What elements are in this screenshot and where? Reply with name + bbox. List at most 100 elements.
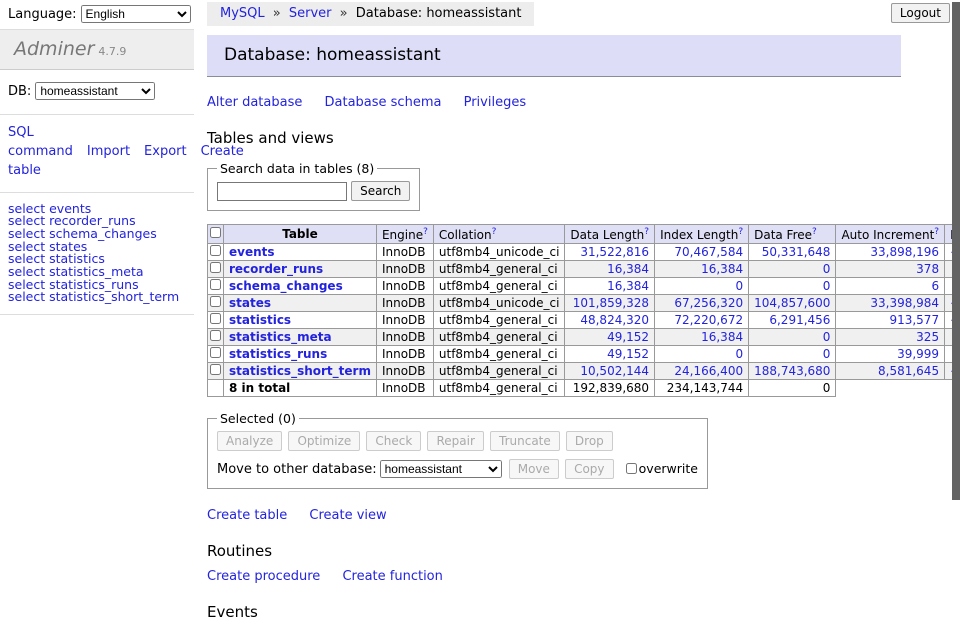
table-row: statistics_meta InnoDB utf8mb4_general_c…	[208, 329, 966, 346]
help-icon[interactable]: ?	[423, 227, 428, 237]
row-checkbox[interactable]	[210, 279, 221, 290]
auto-increment-link[interactable]: 8,581,645	[841, 364, 939, 378]
breadcrumb-link-mysql[interactable]: MySQL	[220, 6, 265, 21]
auto-increment-link[interactable]: 378	[841, 262, 939, 276]
total-label: 8 in total	[224, 380, 377, 397]
table-link[interactable]: statistics_runs	[229, 347, 327, 361]
data-length-link[interactable]: 49,152	[570, 347, 649, 361]
auto-increment-link[interactable]: 6	[841, 279, 939, 293]
select-all-checkbox[interactable]	[210, 227, 221, 238]
row-checkbox[interactable]	[210, 347, 221, 358]
data-length-link[interactable]: 16,384	[570, 279, 649, 293]
breadcrumb-link-server[interactable]: Server	[289, 6, 332, 21]
sidebar-link-export[interactable]: Export	[144, 144, 187, 159]
data-free-link[interactable]: 0	[754, 262, 830, 276]
data-length-link[interactable]: 16,384	[570, 262, 649, 276]
vertical-scrollbar-track[interactable]	[952, 0, 966, 543]
index-length-link[interactable]: 24,166,400	[660, 364, 743, 378]
collation-cell: utf8mb4_general_ci	[433, 312, 565, 329]
data-free-link[interactable]: 0	[754, 330, 830, 344]
table-link[interactable]: states	[229, 296, 271, 310]
move-db-select[interactable]: homeassistant	[380, 460, 502, 478]
index-length-link[interactable]: 0	[660, 279, 743, 293]
selected-fieldset: Selected (0) Analyze Optimize Check Repa…	[207, 411, 708, 489]
overwrite-checkbox[interactable]	[626, 463, 637, 474]
repair-button[interactable]: Repair	[427, 431, 483, 451]
engine-cell: InnoDB	[376, 329, 433, 346]
auto-increment-link[interactable]: 39,999	[841, 347, 939, 361]
overwrite-label[interactable]: overwrite	[639, 461, 698, 476]
data-length-link[interactable]: 49,152	[570, 330, 649, 344]
alter-database-link[interactable]: Alter database	[207, 95, 302, 110]
optimize-button[interactable]: Optimize	[288, 431, 360, 451]
language-select[interactable]: English	[81, 5, 191, 23]
search-button[interactable]: Search	[351, 181, 410, 201]
engine-cell: InnoDB	[376, 261, 433, 278]
auto-increment-link[interactable]: 33,898,196	[841, 245, 939, 259]
language-label: Language:	[8, 7, 77, 22]
move-label: Move to other database:	[217, 462, 377, 477]
index-length-link[interactable]: 16,384	[660, 330, 743, 344]
table-link[interactable]: events	[229, 245, 275, 259]
db-select[interactable]: homeassistant	[35, 82, 155, 100]
data-free-link[interactable]: 0	[754, 347, 830, 361]
auto-increment-link[interactable]: 913,577	[841, 313, 939, 327]
row-checkbox[interactable]	[210, 313, 221, 324]
copy-button[interactable]: Copy	[565, 459, 613, 479]
data-free-link[interactable]: 6,291,456	[754, 313, 830, 327]
privileges-link[interactable]: Privileges	[464, 95, 527, 110]
table-link[interactable]: statistics_meta	[229, 330, 332, 344]
index-length-link[interactable]: 0	[660, 347, 743, 361]
index-length-link[interactable]: 67,256,320	[660, 296, 743, 310]
table-link[interactable]: statistics_short_term	[229, 364, 371, 378]
sidebar-link-sql-command[interactable]: SQL command	[8, 125, 73, 159]
help-icon[interactable]: ?	[644, 227, 649, 237]
create-procedure-link[interactable]: Create procedure	[207, 569, 320, 584]
data-free-link[interactable]: 104,857,600	[754, 296, 830, 310]
table-row: events InnoDB utf8mb4_unicode_ci 31,522,…	[208, 244, 966, 261]
index-length-link[interactable]: 70,467,584	[660, 245, 743, 259]
data-free-link[interactable]: 0	[754, 279, 830, 293]
table-link[interactable]: recorder_runs	[229, 262, 323, 276]
vertical-scrollbar-thumb[interactable]	[952, 2, 960, 500]
table-link[interactable]: statistics	[229, 313, 291, 327]
help-icon[interactable]: ?	[738, 227, 743, 237]
total-collation: utf8mb4_general_ci	[433, 380, 565, 397]
col-header-data-length: Data Length?	[565, 225, 655, 244]
row-checkbox[interactable]	[210, 364, 221, 375]
database-schema-link[interactable]: Database schema	[325, 95, 442, 110]
check-button[interactable]: Check	[366, 431, 421, 451]
create-function-link[interactable]: Create function	[342, 569, 442, 584]
auto-increment-link[interactable]: 325	[841, 330, 939, 344]
breadcrumb-current: Database: homeassistant	[356, 6, 522, 21]
create-view-link[interactable]: Create view	[309, 508, 386, 523]
drop-button[interactable]: Drop	[566, 431, 613, 451]
sidebar: Language:English Adminer4.7.9 DB:homeass…	[0, 0, 194, 315]
row-checkbox[interactable]	[210, 245, 221, 256]
move-button[interactable]: Move	[509, 459, 559, 479]
sidebar-link-import[interactable]: Import	[87, 144, 130, 159]
index-length-link[interactable]: 16,384	[660, 262, 743, 276]
create-table-link[interactable]: Create table	[207, 508, 287, 523]
search-input[interactable]	[217, 182, 347, 201]
data-length-link[interactable]: 10,502,144	[570, 364, 649, 378]
analyze-button[interactable]: Analyze	[217, 431, 282, 451]
table-link[interactable]: schema_changes	[229, 279, 343, 293]
index-length-link[interactable]: 72,220,672	[660, 313, 743, 327]
data-length-link[interactable]: 101,859,328	[570, 296, 649, 310]
move-row: Move to other database:homeassistant Mov…	[217, 459, 698, 479]
data-free-link[interactable]: 188,743,680	[754, 364, 830, 378]
data-length-link[interactable]: 31,522,816	[570, 245, 649, 259]
truncate-button[interactable]: Truncate	[490, 431, 560, 451]
sidebar-item-select-statistics-short-term[interactable]: select statistics_short_term	[8, 291, 186, 304]
help-icon[interactable]: ?	[934, 227, 939, 237]
row-checkbox[interactable]	[210, 262, 221, 273]
data-free-link[interactable]: 50,331,648	[754, 245, 830, 259]
main-content: MySQL » Server » Database: homeassistant…	[207, 0, 901, 621]
row-checkbox[interactable]	[210, 330, 221, 341]
auto-increment-link[interactable]: 33,398,984	[841, 296, 939, 310]
help-icon[interactable]: ?	[812, 227, 817, 237]
help-icon[interactable]: ?	[492, 227, 497, 237]
data-length-link[interactable]: 48,824,320	[570, 313, 649, 327]
row-checkbox[interactable]	[210, 296, 221, 307]
